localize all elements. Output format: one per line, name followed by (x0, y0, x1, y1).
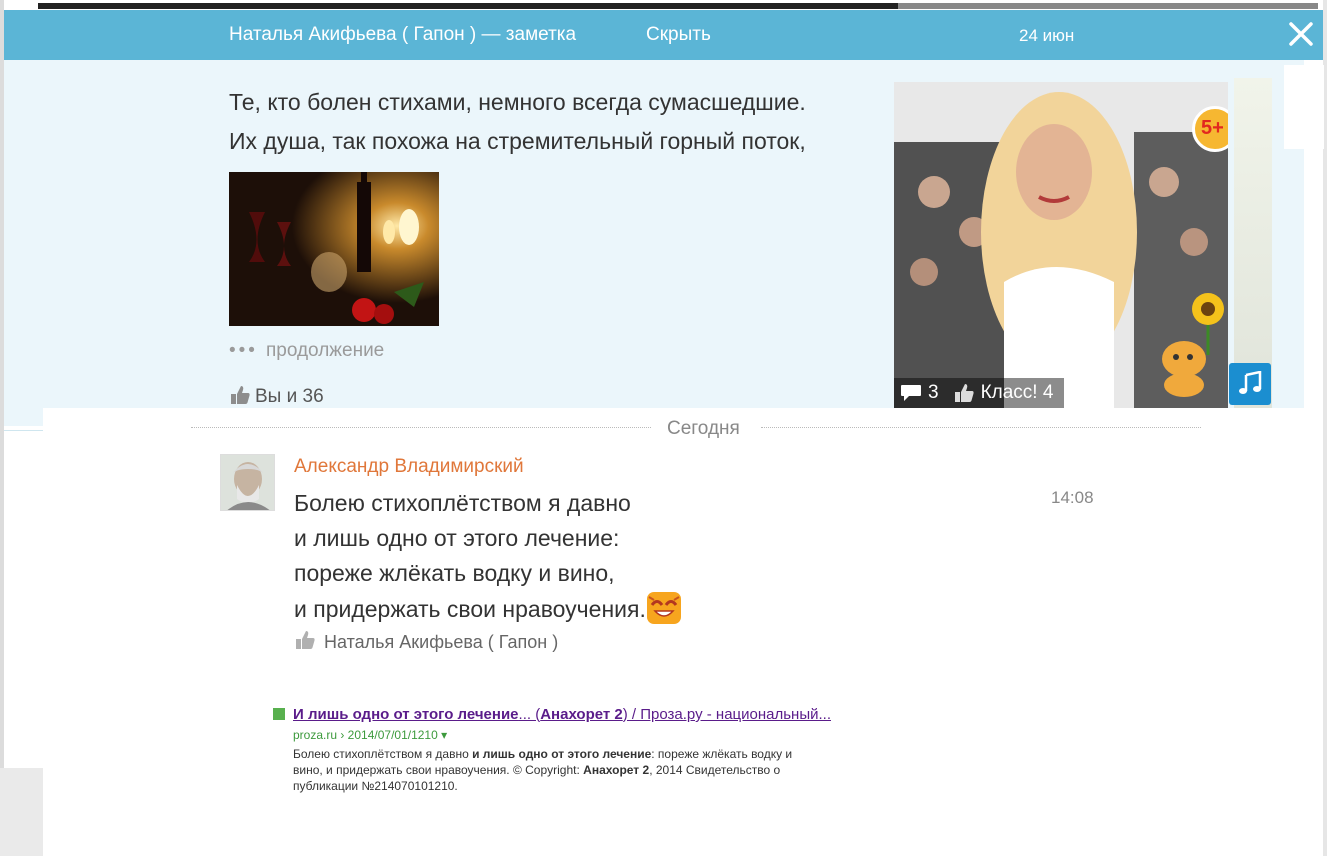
dots-icon: ••• (229, 340, 258, 361)
photo-stats: 3 Класс! 4 (894, 378, 1064, 408)
day-separator-label: Сегодня (667, 418, 740, 439)
note-date: 24 июн (1019, 26, 1075, 45)
avatar[interactable] (220, 454, 275, 511)
favicon-square-icon (273, 708, 285, 720)
note-author-title[interactable]: Наталья Акифьева ( Гапон ) — заметка (229, 24, 576, 46)
comment-time: 14:08 (1051, 488, 1094, 507)
comments-count[interactable]: 3 (928, 382, 939, 404)
bottom-left-frame (0, 768, 43, 856)
comment-line: и лишь одно от этого лечение: (294, 525, 620, 551)
note-line: Те, кто болен стихами, немного всегда су… (229, 89, 806, 115)
note-likes[interactable]: Вы и 36 (229, 385, 324, 408)
comment-line: Болею стихоплётством я давно (294, 490, 631, 516)
search-result-description: Болею стихоплётством я давно и лишь одно… (293, 746, 793, 794)
wine-candles-image (229, 172, 439, 326)
note-body: Те, кто болен стихами, немного всегда су… (4, 60, 1324, 426)
side-panel (1284, 65, 1324, 149)
window-top-strip (0, 0, 1327, 10)
note-header: Наталья Акифьева ( Гапон ) — заметка Скр… (4, 10, 1323, 60)
day-separator: Сегодня (191, 418, 1201, 439)
thumbs-up-icon (296, 631, 315, 649)
more-link[interactable]: ••• продолжение (229, 340, 384, 362)
title-bold: И лишь одно от этого лечение (293, 706, 519, 723)
age-badge-text: 5+ (1201, 117, 1224, 139)
comment-author[interactable]: Александр Владимирский (294, 456, 524, 478)
music-button[interactable] (1229, 363, 1271, 405)
comment-line: и придержать свои нравоучения. (294, 596, 646, 622)
title-rest: ) / Проза.ру - национальный... (622, 706, 831, 723)
separator-line (761, 427, 1201, 428)
top-strip-grey (898, 3, 1318, 9)
search-result-title[interactable]: И лишь одно от этого лечение... (Анахоре… (293, 706, 831, 723)
music-note-icon (1239, 371, 1262, 394)
cat-sunflower-sticker (1162, 293, 1224, 397)
comment-line-last: и придержать свои нравоучения. (294, 591, 682, 627)
side-decoration (1234, 78, 1272, 408)
desc-part: Болею стихоплётством я давно (293, 747, 473, 761)
close-icon[interactable] (1287, 20, 1315, 48)
search-result-url[interactable]: proza.ru › 2014/07/01/1210 ▾ (293, 728, 447, 742)
hide-button[interactable]: Скрыть (646, 24, 711, 46)
top-strip-dark (38, 3, 898, 9)
class-count[interactable]: Класс! 4 (981, 382, 1054, 404)
desc-bold: Анахорет 2 (583, 763, 650, 777)
note-image-thumbnail[interactable] (229, 172, 439, 326)
note-text: Те, кто болен стихами, немного всегда су… (229, 83, 889, 161)
avatar-image (221, 455, 274, 510)
author-photo[interactable]: 5+ 3 Класс! 4 (894, 82, 1228, 408)
comment-line: пореже жлёкать водку и вино, (294, 560, 615, 586)
note-line: Их душа, так похожа на стремительный гор… (229, 128, 806, 154)
comment-icon[interactable] (900, 383, 922, 403)
likes-label: Вы и 36 (255, 386, 324, 407)
left-margin-panel (4, 430, 43, 700)
separator-line (191, 427, 651, 428)
more-label: продолжение (265, 340, 385, 361)
thumbs-up-icon (231, 386, 250, 404)
comment-text: Болею стихоплётством я давно и лишь одно… (294, 486, 682, 627)
comment-liked-by: Наталья Акифьева ( Гапон ) (324, 632, 559, 652)
desc-bold: и лишь одно от этого лечение (472, 747, 652, 761)
smiley-emoji-icon (646, 592, 681, 624)
comments-section: Сегодня Александр Владимирский 14:08 Бол… (43, 408, 1318, 793)
thumbs-up-icon[interactable] (953, 383, 975, 403)
title-bold2: Анахорет 2 (540, 706, 623, 723)
title-mid: ... ( (518, 706, 541, 723)
comment-likes[interactable]: Наталья Акифьева ( Гапон ) (294, 630, 558, 653)
